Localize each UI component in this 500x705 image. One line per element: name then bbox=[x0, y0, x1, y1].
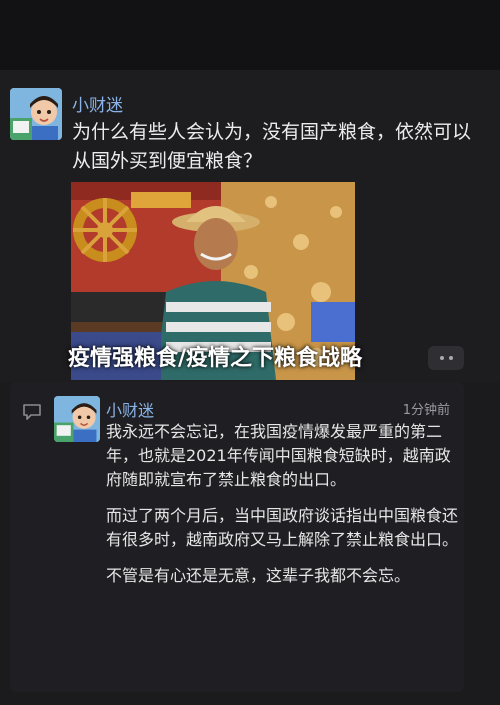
post-question: 为什么有些人会认为，没有国产粮食，依然可以从国外买到便宜粮食？ bbox=[72, 121, 472, 172]
more-dots-icon bbox=[448, 356, 453, 360]
more-dots-icon bbox=[439, 356, 444, 360]
more-button[interactable] bbox=[428, 346, 464, 370]
comment-author-name[interactable]: 小财迷 bbox=[106, 397, 154, 421]
comment-paragraph: 我永远不会忘记，在我国疫情爆发最严重的第二年，也就是2021年传闻中国粮食短缺时… bbox=[106, 422, 451, 489]
headline-overlay: 疫情强粮食/疫情之下粮食战略 bbox=[68, 346, 363, 371]
comment-bubble-icon[interactable] bbox=[22, 403, 42, 421]
post-author-avatar[interactable] bbox=[10, 88, 62, 140]
top-band bbox=[0, 0, 500, 70]
comment-timestamp: 1分钟前 bbox=[402, 403, 450, 418]
comment-paragraph: 不管是有心还是无意，这辈子我都不会忘。 bbox=[106, 566, 411, 585]
post-author-name[interactable]: 小财迷 bbox=[72, 91, 123, 116]
comment-paragraph: 而过了两个月后，当中国政府谈话指出中国粮食还有很多时，越南政府又马上解除了禁止粮… bbox=[106, 506, 459, 549]
comment-body: 我永远不会忘记，在我国疫情爆发最严重的第二年，也就是2021年传闻中国粮食短缺时… bbox=[106, 420, 458, 600]
comment-author-avatar[interactable] bbox=[54, 396, 100, 442]
